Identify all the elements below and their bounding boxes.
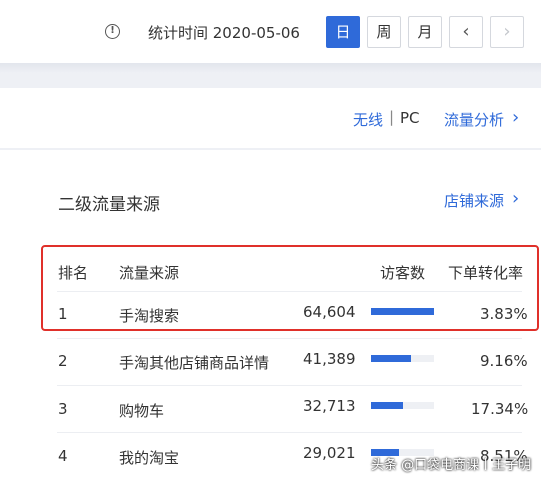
watermark: 头条 @口袋电商课丨王子明 <box>371 458 532 473</box>
visitor-bar <box>371 402 434 409</box>
wireless-link[interactable]: 无线 <box>353 109 383 130</box>
row-conversion: 17.34% <box>471 400 529 418</box>
period-week-button[interactable]: 周 <box>367 16 401 48</box>
next-date-button[interactable]: › <box>490 16 524 48</box>
row-rank: 3 <box>58 400 68 418</box>
shop-source-link[interactable]: 店铺来源 <box>444 190 504 211</box>
visitor-bar <box>371 355 434 362</box>
chevron-right-icon[interactable]: › <box>512 188 519 209</box>
pc-link[interactable]: PC <box>400 109 420 127</box>
traffic-analysis-link[interactable]: 流量分析 <box>444 109 504 130</box>
chevron-right-icon[interactable]: › <box>512 107 519 128</box>
row-visitors: 29,021 <box>303 444 356 462</box>
row-source: 手淘其他店铺商品详情 <box>119 354 270 372</box>
row-visitors: 41,389 <box>303 350 356 368</box>
device-separator: | <box>389 108 395 126</box>
visitor-bar-fill <box>371 402 404 409</box>
period-month-button[interactable]: 月 <box>408 16 442 48</box>
info-circle-icon[interactable]: ! <box>105 24 120 39</box>
stat-time-label: 统计时间 2020-05-06 <box>148 24 300 42</box>
top-toolbar: ! 统计时间 2020-05-06 日 周 月 ‹ › <box>0 0 541 63</box>
section-title: 二级流量来源 <box>58 195 160 215</box>
row-source: 我的淘宝 <box>119 449 180 467</box>
row-source: 购物车 <box>119 402 165 420</box>
row-visitors: 32,713 <box>303 397 356 415</box>
row-rank: 2 <box>58 352 68 370</box>
highlight-box <box>41 245 539 331</box>
row-conversion: 9.16% <box>480 352 528 370</box>
row-divider <box>57 432 522 433</box>
visitor-bar-fill <box>371 355 412 362</box>
row-rank: 4 <box>58 447 68 465</box>
period-day-button[interactable]: 日 <box>326 16 360 48</box>
toolbar-shadow <box>0 63 541 73</box>
device-panel: 无线 | PC 流量分析 › <box>0 88 541 148</box>
prev-date-button[interactable]: ‹ <box>449 16 483 48</box>
row-divider <box>57 338 522 339</box>
row-divider <box>57 385 522 386</box>
